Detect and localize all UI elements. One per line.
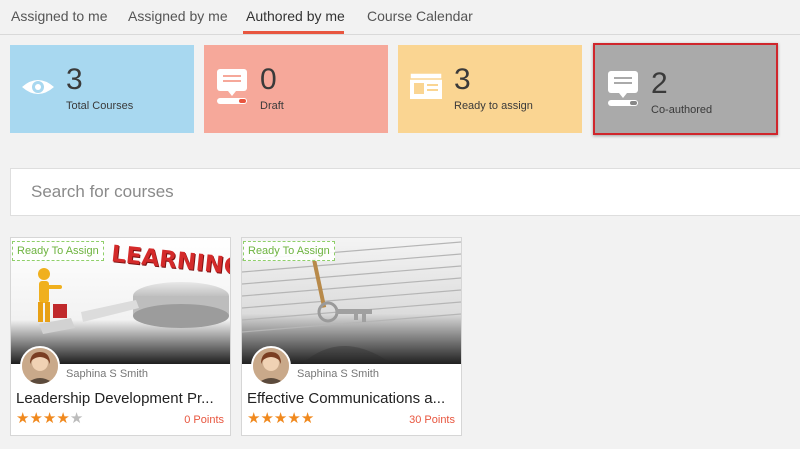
stat-count: 0 (260, 63, 277, 96)
tab-assigned-to-me[interactable]: Assigned to me (11, 8, 108, 24)
stat-label: Ready to assign (454, 100, 533, 112)
star-filled-icon: ★ (287, 410, 301, 427)
status-badge: Ready To Assign (12, 241, 104, 261)
author-name: Saphina S Smith (66, 368, 148, 380)
search-box (10, 168, 800, 216)
star-rating: ★★★★★ (247, 411, 314, 426)
draft-icon (217, 69, 247, 104)
author-name: Saphina S Smith (297, 368, 379, 380)
course-title[interactable]: Effective Communications a... (247, 390, 455, 407)
star-filled-icon: ★ (247, 410, 261, 427)
star-rating: ★★★★★ (16, 411, 83, 426)
eye-icon (22, 80, 54, 94)
course-card[interactable]: Ready To Assign Saphina S Smith Effectiv… (241, 237, 462, 436)
avatar (20, 346, 60, 386)
stat-count: 3 (454, 63, 471, 96)
star-filled-icon: ★ (260, 410, 274, 427)
tab-authored-by-me[interactable]: Authored by me (246, 8, 345, 24)
stat-count: 3 (66, 63, 83, 96)
stat-count: 2 (651, 67, 668, 100)
course-points: 0 Points (184, 414, 224, 426)
tab-assigned-by-me[interactable]: Assigned by me (128, 8, 228, 24)
course-title[interactable]: Leadership Development Pr... (16, 390, 224, 407)
star-filled-icon: ★ (273, 410, 288, 427)
active-tab-indicator (243, 31, 344, 34)
course-card[interactable]: LEARNING Ready To Assign Saphina S Smith… (10, 237, 231, 436)
stat-card-draft[interactable]: 0 Draft (204, 45, 388, 133)
course-points: 30 Points (409, 414, 455, 426)
star-filled-icon: ★ (42, 410, 57, 427)
co-authored-icon (608, 71, 638, 106)
stat-label: Co-authored (651, 104, 713, 116)
tab-bar: Assigned to me Assigned by me Authored b… (0, 0, 800, 35)
stat-label: Total Courses (66, 100, 134, 112)
star-filled-icon: ★ (300, 410, 315, 427)
tab-course-calendar[interactable]: Course Calendar (367, 8, 473, 24)
search-input[interactable] (11, 169, 800, 215)
stat-card-co-authored[interactable]: 2 Co-authored (593, 43, 778, 135)
ready-to-assign-icon (409, 72, 443, 99)
stat-card-total-courses[interactable]: 3 Total Courses (10, 45, 194, 133)
avatar (251, 346, 291, 386)
status-badge: Ready To Assign (243, 241, 335, 261)
star-empty-icon: ★ (69, 410, 84, 427)
star-filled-icon: ★ (56, 410, 70, 427)
stat-label: Draft (260, 100, 284, 112)
star-filled-icon: ★ (16, 410, 30, 427)
stat-card-ready-to-assign[interactable]: 3 Ready to assign (398, 45, 582, 133)
star-filled-icon: ★ (29, 410, 43, 427)
